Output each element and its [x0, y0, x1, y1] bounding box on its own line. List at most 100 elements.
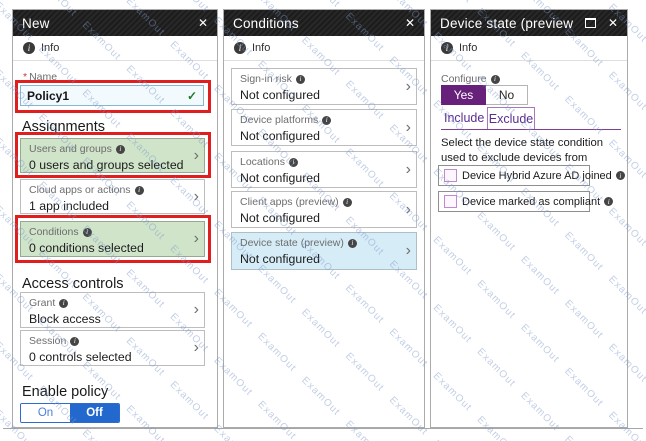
- info-icon: i: [296, 75, 305, 84]
- checkbox-label: Device marked as compliant: [462, 196, 600, 208]
- close-icon[interactable]: ✕: [198, 17, 208, 29]
- grant-row[interactable]: Granti Block access ›: [20, 292, 205, 328]
- users-and-groups-row[interactable]: Users and groups i 0 users and groups sel…: [20, 138, 205, 173]
- row-value: Not configured: [240, 88, 398, 102]
- info-icon: i: [322, 116, 331, 125]
- info-icon: i: [348, 239, 357, 248]
- toggle-on-button[interactable]: On: [21, 404, 70, 422]
- info-icon: i: [289, 158, 298, 167]
- device-state-row[interactable]: Device state (preview) i Not configured ›: [231, 232, 417, 270]
- blade-conditions-titlebar: Conditions ✕: [224, 10, 424, 36]
- frame-bottom-line: [3, 428, 643, 429]
- info-icon: i: [116, 145, 125, 154]
- chevron-right-icon: ›: [406, 120, 411, 136]
- name-input-value: Policy1: [27, 89, 69, 103]
- info-row: i Info: [224, 36, 424, 61]
- configure-no-button[interactable]: No: [486, 85, 528, 105]
- checkbox-unchecked[interactable]: [444, 169, 457, 182]
- chevron-right-icon: ›: [194, 148, 199, 164]
- name-input[interactable]: Policy1 ✓: [20, 85, 204, 106]
- required-marker: *: [23, 71, 27, 83]
- checkbox-unchecked[interactable]: [444, 195, 457, 208]
- hybrid-joined-checkbox-row[interactable]: Device Hybrid Azure AD joinedi: [438, 165, 590, 186]
- info-icon: i: [604, 197, 613, 206]
- info-icon: i: [135, 186, 144, 195]
- info-icon: i: [59, 299, 68, 308]
- row-label: Users and groups: [29, 143, 112, 155]
- info-icon: i: [23, 42, 35, 54]
- chevron-right-icon: ›: [406, 202, 411, 218]
- chevron-right-icon: ›: [194, 189, 199, 205]
- row-value: 0 users and groups selected: [29, 158, 186, 172]
- blade-new-title: New: [22, 16, 186, 31]
- name-label-text: Name: [29, 71, 57, 83]
- info-label: Info: [252, 42, 270, 54]
- maximize-icon[interactable]: [585, 18, 596, 28]
- tab-include[interactable]: Include: [444, 111, 484, 125]
- row-label: Cloud apps or actions: [29, 184, 131, 196]
- row-label: Sign-in risk: [240, 73, 292, 85]
- blade-new: New ✕ i Info *Name Policy1 ✓ Assignments…: [12, 9, 218, 428]
- info-icon: i: [83, 228, 92, 237]
- chevron-right-icon: ›: [406, 79, 411, 95]
- sign-in-risk-row[interactable]: Sign-in risk i Not configured ›: [231, 68, 417, 105]
- blade-conditions-title: Conditions: [233, 16, 393, 31]
- info-icon: i: [491, 75, 500, 84]
- row-label: Client apps (preview): [240, 196, 339, 208]
- row-value: 0 conditions selected: [29, 241, 186, 255]
- blade-device-state: Device state (preview) ✕ i Info Configur…: [430, 9, 628, 428]
- tab-exclude[interactable]: Exclude: [487, 107, 535, 129]
- blade-new-titlebar: New ✕: [13, 10, 217, 36]
- valid-check-icon: ✓: [187, 89, 197, 103]
- info-row: i Info: [13, 36, 217, 61]
- row-value: Not configured: [240, 129, 398, 143]
- info-label: Info: [41, 42, 59, 54]
- row-label: Grant: [29, 297, 55, 309]
- chevron-right-icon: ›: [194, 340, 199, 356]
- close-icon[interactable]: ✕: [608, 17, 618, 29]
- row-label: Device state (preview): [240, 237, 344, 249]
- blade-device-state-title: Device state (preview): [440, 16, 573, 31]
- name-field-label: *Name: [23, 71, 57, 83]
- info-label: Info: [459, 42, 477, 54]
- info-icon: i: [441, 42, 453, 54]
- checkbox-label: Device Hybrid Azure AD joined: [462, 170, 612, 182]
- info-icon: i: [70, 337, 79, 346]
- row-value: Not configured: [240, 171, 398, 185]
- conditions-row[interactable]: Conditions i 0 conditions selected ›: [20, 221, 205, 257]
- row-label: Conditions: [29, 226, 79, 238]
- row-value: 0 controls selected: [29, 350, 186, 364]
- info-icon: i: [343, 198, 352, 207]
- enable-policy-toggle: On Off: [20, 403, 120, 423]
- enable-policy-title: Enable policy: [22, 384, 108, 400]
- client-apps-row[interactable]: Client apps (preview) i Not configured ›: [231, 191, 417, 228]
- info-icon: i: [234, 42, 246, 54]
- row-value: Not configured: [240, 252, 398, 266]
- row-label: Locations: [240, 156, 285, 168]
- row-value: 1 app included: [29, 199, 186, 213]
- blade-conditions: Conditions ✕ i Info Sign-in risk i Not co…: [223, 9, 425, 428]
- session-row[interactable]: Session i 0 controls selected ›: [20, 330, 205, 366]
- row-label: Session: [29, 335, 66, 347]
- configure-label-text: Configure: [441, 73, 487, 85]
- chevron-right-icon: ›: [194, 302, 199, 318]
- chevron-right-icon: ›: [406, 162, 411, 178]
- assignments-section-title: Assignments: [22, 119, 105, 135]
- blade-device-state-titlebar: Device state (preview) ✕: [431, 10, 627, 36]
- row-value: Block access: [29, 312, 186, 326]
- row-value: Not configured: [240, 211, 398, 225]
- locations-row[interactable]: Locations i Not configured ›: [231, 151, 417, 188]
- cloud-apps-row[interactable]: Cloud apps or actions i 1 app included ›: [20, 179, 205, 214]
- marked-compliant-checkbox-row[interactable]: Device marked as complianti: [438, 191, 590, 212]
- access-controls-section-title: Access controls: [22, 276, 124, 292]
- info-row: i Info: [431, 36, 627, 61]
- device-platforms-row[interactable]: Device platformsi Not configured ›: [231, 109, 417, 146]
- chevron-right-icon: ›: [406, 243, 411, 259]
- configure-yes-button[interactable]: Yes: [441, 85, 486, 105]
- configure-toggle: Yes No: [441, 85, 528, 105]
- close-icon[interactable]: ✕: [405, 17, 415, 29]
- include-exclude-tabs: Include Exclude: [441, 107, 621, 130]
- chevron-right-icon: ›: [194, 231, 199, 247]
- toggle-off-button[interactable]: Off: [70, 404, 119, 422]
- configure-label: Configure i: [441, 73, 500, 85]
